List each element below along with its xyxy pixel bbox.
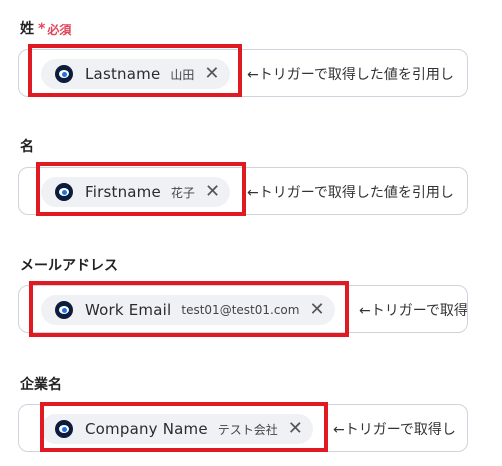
chip-value: test01@test01.com <box>181 303 300 317</box>
app-logo-icon <box>55 65 73 83</box>
chip-value: 花子 <box>170 185 195 200</box>
variable-chip-company[interactable]: Company Name テスト会社 ✕ <box>41 414 313 444</box>
reference-hint: ←トリガーで取得 <box>359 303 468 319</box>
chip-name: Lastname <box>85 65 161 83</box>
app-logo-icon <box>55 420 73 438</box>
chip-name: Work Email <box>85 301 172 319</box>
field-label-firstname: 名 <box>20 136 34 156</box>
app-logo-icon <box>55 301 73 319</box>
field-label-company: 企業名 <box>20 374 62 394</box>
chip-value: 山田 <box>170 67 195 82</box>
app-logo-icon <box>55 183 73 201</box>
field-label-lastname: 姓 * 必須 <box>20 18 71 38</box>
label-text: メールアドレス <box>20 258 118 274</box>
company-field[interactable]: Company Name テスト会社 ✕ ←トリガーで取得し <box>18 404 468 452</box>
required-asterisk: * <box>38 21 46 37</box>
firstname-field[interactable]: Firstname 花子 ✕ ←トリガーで取得した値を引用し <box>18 167 468 215</box>
variable-chip-firstname[interactable]: Firstname 花子 ✕ <box>41 177 231 207</box>
variable-chip-email[interactable]: Work Email test01@test01.com ✕ <box>41 295 335 325</box>
required-badge: * 必須 <box>38 21 71 38</box>
variable-chip-lastname[interactable]: Lastname 山田 ✕ <box>41 59 230 89</box>
reference-hint: ←トリガーで取得した値を引用し <box>247 67 454 83</box>
label-text: 名 <box>20 139 34 155</box>
remove-chip-icon[interactable]: ✕ <box>288 420 303 438</box>
remove-chip-icon[interactable]: ✕ <box>204 65 219 83</box>
field-label-email: メールアドレス <box>20 255 118 275</box>
chip-name: Company Name <box>85 420 208 438</box>
label-text: 企業名 <box>20 377 62 393</box>
lastname-field[interactable]: Lastname 山田 ✕ ←トリガーで取得した値を引用し <box>18 49 468 97</box>
required-text: 必須 <box>47 22 72 37</box>
reference-hint: ←トリガーで取得し <box>333 422 456 438</box>
remove-chip-icon[interactable]: ✕ <box>205 183 220 201</box>
chip-value: テスト会社 <box>217 422 278 437</box>
label-text: 姓 <box>20 21 34 37</box>
remove-chip-icon[interactable]: ✕ <box>309 301 324 319</box>
email-field[interactable]: Work Email test01@test01.com ✕ ←トリガーで取得 <box>18 285 468 333</box>
reference-hint: ←トリガーで取得した値を引用し <box>247 185 454 201</box>
chip-name: Firstname <box>85 183 161 201</box>
